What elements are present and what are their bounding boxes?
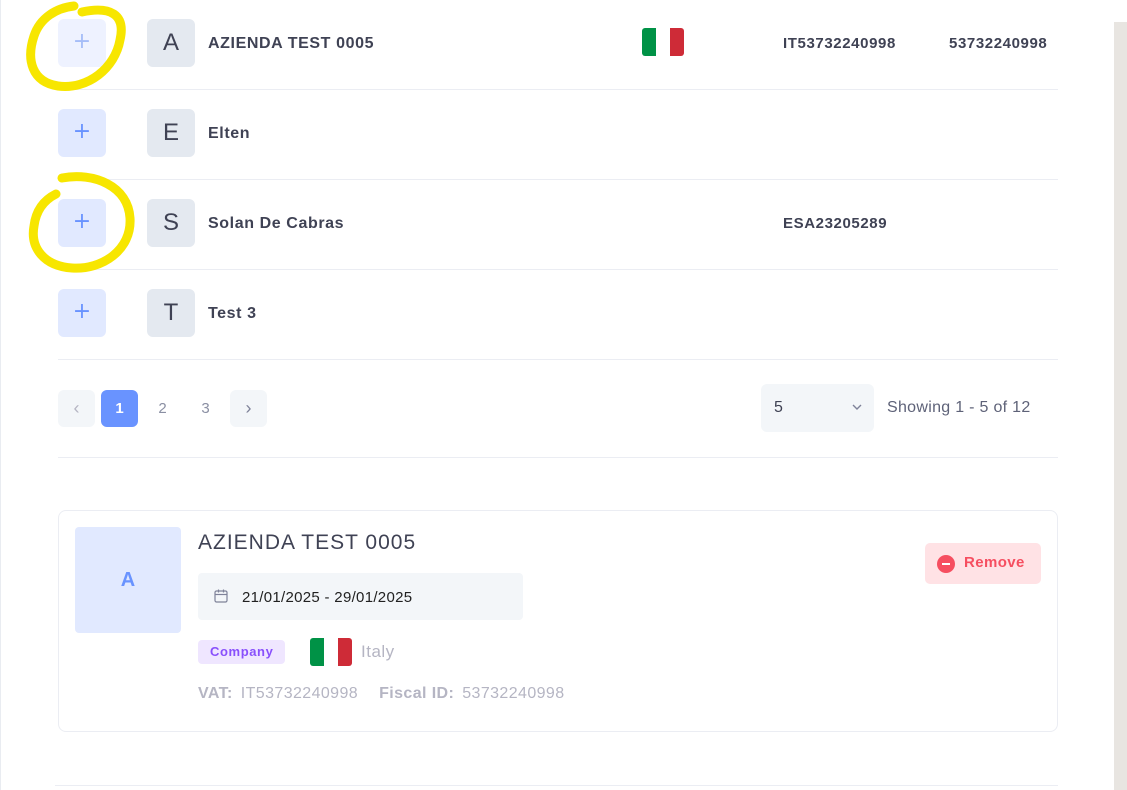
type-badge: Company xyxy=(198,640,286,664)
add-button[interactable]: + xyxy=(58,289,106,337)
add-button[interactable]: + xyxy=(58,109,106,157)
remove-label: Remove xyxy=(964,554,1025,571)
content-left-border xyxy=(0,0,1,790)
calendar-icon xyxy=(214,589,228,603)
table-row: + S Solan De Cabras ESA23205289 xyxy=(58,180,1058,270)
italy-flag-icon xyxy=(310,638,352,666)
pagination: ‹ 1 2 3 › xyxy=(58,390,267,427)
company-name: Elten xyxy=(208,125,251,142)
minus-circle-icon xyxy=(937,555,955,573)
add-button[interactable]: + xyxy=(58,199,106,247)
country-name: Italy xyxy=(361,642,395,661)
remove-button[interactable]: Remove xyxy=(925,543,1041,584)
section-divider xyxy=(58,457,1058,458)
vat-number: ESA23205289 xyxy=(783,215,888,232)
next-page-button[interactable]: › xyxy=(230,390,267,427)
table-row: + T Test 3 xyxy=(58,270,1058,360)
selected-company-card: A AZIENDA TEST 0005 21/01/2025 - 29/01/2… xyxy=(58,510,1058,732)
date-range-picker[interactable]: 21/01/2025 - 29/01/2025 xyxy=(198,573,523,620)
avatar: T xyxy=(147,289,195,337)
company-name: Solan De Cabras xyxy=(208,215,345,232)
fiscal-id-label: Fiscal ID: xyxy=(379,685,455,702)
company-name: Test 3 xyxy=(208,305,257,322)
section-divider xyxy=(55,785,1058,786)
fiscal-id-value: 53732240998 xyxy=(462,685,565,702)
vat-number: IT53732240998 xyxy=(783,35,896,52)
date-range-value: 21/01/2025 - 29/01/2025 xyxy=(242,589,413,606)
page-size-select[interactable]: 5 xyxy=(761,384,874,432)
table-row: + E Elten xyxy=(58,90,1058,180)
fiscal-id: 53732240998 xyxy=(949,35,1048,52)
showing-count: Showing 1 - 5 of 12 xyxy=(887,399,1031,416)
page-1-button[interactable]: 1 xyxy=(101,390,138,427)
page-3-button[interactable]: 3 xyxy=(187,390,224,427)
vat-value: IT53732240998 xyxy=(240,685,359,702)
company-name: AZIENDA TEST 0005 xyxy=(208,35,375,52)
prev-page-button[interactable]: ‹ xyxy=(58,390,95,427)
company-ids: VAT: IT53732240998 Fiscal ID: 5373224099… xyxy=(198,685,565,703)
vat-label: VAT: xyxy=(198,685,233,702)
table-row: + A AZIENDA TEST 0005 IT53732240998 5373… xyxy=(58,0,1058,90)
avatar: E xyxy=(147,109,195,157)
page-2-button[interactable]: 2 xyxy=(144,390,181,427)
avatar: A xyxy=(75,527,181,633)
avatar: S xyxy=(147,199,195,247)
add-button[interactable]: + xyxy=(58,19,106,67)
page-size-value: 5 xyxy=(774,399,783,416)
scrollbar-track[interactable] xyxy=(1114,22,1127,790)
selected-company-name: AZIENDA TEST 0005 xyxy=(198,531,417,554)
avatar: A xyxy=(147,19,195,67)
chevron-down-icon xyxy=(852,404,862,410)
italy-flag-icon xyxy=(642,28,684,56)
